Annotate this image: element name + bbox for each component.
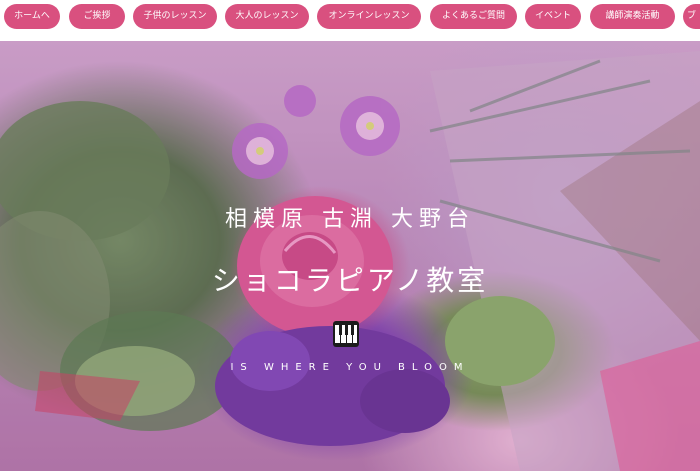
hero-overlay bbox=[0, 41, 700, 471]
nav-item-adult-lessons[interactable]: 大人のレッスン bbox=[225, 4, 309, 29]
nav-item-greeting[interactable]: ご挨拶 bbox=[69, 4, 125, 29]
piano-keyboard-icon bbox=[333, 321, 359, 347]
nav-item-kids-lessons[interactable]: 子供のレッスン bbox=[133, 4, 217, 29]
top-nav: ホームへ ご挨拶 子供のレッスン 大人のレッスン オンラインレッスン よくあるご… bbox=[0, 0, 700, 41]
nav-item-performances[interactable]: 講師演奏活動 bbox=[590, 4, 675, 29]
hero-banner: 相模原 古淵 大野台 ショコラピアノ教室 IS WHERE YOU BLOOM bbox=[0, 41, 700, 471]
location-subtitle: 相模原 古淵 大野台 bbox=[225, 207, 475, 232]
nav-item-faq[interactable]: よくあるご質問 bbox=[430, 4, 517, 29]
nav-item-home[interactable]: ホームへ bbox=[4, 4, 60, 29]
tagline: IS WHERE YOU BLOOM bbox=[230, 362, 470, 373]
nav-item-online-lessons[interactable]: オンラインレッスン bbox=[317, 4, 421, 29]
school-title: ショコラピアノ教室 bbox=[211, 264, 489, 297]
nav-item-events[interactable]: イベント bbox=[525, 4, 581, 29]
nav-item-blog[interactable]: ブ bbox=[683, 4, 700, 29]
